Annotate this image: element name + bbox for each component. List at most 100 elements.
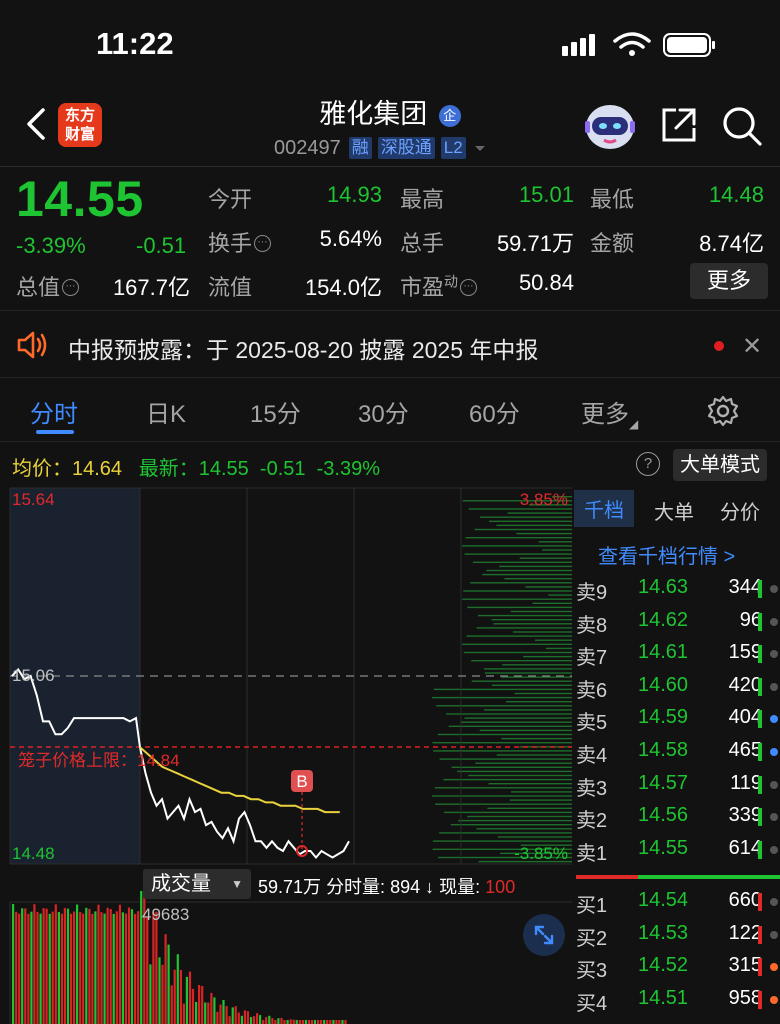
depth-bar [534,639,572,641]
pe-label[interactable]: 市盈动 ⋯ [400,270,478,302]
volume-bar [198,985,201,1024]
tab-daily-k[interactable]: 日K [146,394,186,429]
volume-bar [82,913,85,1024]
search-icon[interactable] [720,104,764,148]
ask-label: 卖8 [576,614,608,637]
amount-label: 金额 [590,231,635,256]
volume-tick-label: 分时量: 894 [326,877,421,897]
depth-bar [433,688,572,691]
notice-bar[interactable]: 中报预披露：于 2025-08-20 披露 2025 年中报 ✕ [0,310,780,378]
volume-now-label: 现量: [439,877,481,897]
big-order-mode-button[interactable]: 大单模式 [673,449,767,481]
depth-bar [502,664,572,666]
robot-assistant-icon[interactable] [582,97,638,151]
tab-more[interactable]: 更多◢ [581,394,638,431]
volume-bar [228,1016,231,1024]
volume-bar [301,1020,304,1024]
header-divider [0,166,780,167]
ask-price: 14.60 [638,673,689,696]
volume-bar [130,909,134,1024]
depth-bar [542,549,572,551]
volume-bar [48,913,51,1024]
pe-value: 50.84 [518,270,574,295]
volume-bar [39,913,42,1024]
latest-value: 14.55 [198,458,249,480]
ask-row[interactable]: 卖2 14.56 339 [576,800,780,832]
volume-bar [97,904,100,1024]
depth-bar [477,614,572,617]
tab-price-dist[interactable]: 分价 [720,496,760,525]
share-icon[interactable] [658,104,700,146]
volume-bar [69,913,73,1024]
tab-big-orders[interactable]: 大单 [654,496,694,525]
volume-now-value: 100 [485,877,516,897]
ask-row[interactable]: 卖7 14.61 159 [576,637,780,669]
down-arrow-icon: ↓ [425,877,435,897]
ask-row[interactable]: 卖9 14.63 344 [576,572,780,604]
ask-price: 14.55 [638,836,689,859]
volume-bar [237,1012,240,1024]
turnover-label[interactable]: 换手 ⋯ [208,226,272,258]
latest-percent: -3.39% [316,458,381,480]
corner-triangle-icon: ◢ [629,417,639,431]
stock-code-row[interactable]: 002497 融 深股通 L2 [274,136,488,160]
bid-row[interactable]: 买4 14.51 958 [576,983,780,1015]
turnover-value: 5.64% [319,226,382,251]
more-button[interactable]: 更多 [690,263,768,299]
ask-price: 14.56 [638,804,689,827]
intraday-chart[interactable]: B 15.64 15.06 14.48 3.85% -3.85% 笼子价格上限：… [0,486,572,1024]
volume-bar [127,907,131,1024]
ask-marker-dot [770,715,778,724]
volume-bar [313,1020,317,1024]
ask-row[interactable]: 卖3 14.57 119 [576,768,780,800]
depth-bar [471,680,572,682]
ask-price: 14.61 [638,641,689,664]
notice-text: 中报预披露：于 2025-08-20 披露 2025 年中报 [68,337,539,363]
depth-bar [439,832,572,834]
depth-bar [525,586,572,588]
gear-icon[interactable] [706,394,740,428]
depth-bar [462,598,572,600]
volume-bar [164,934,167,1024]
ask-volume-bar [758,580,762,598]
ask-row[interactable]: 卖4 14.58 465 [576,735,780,767]
indicator-select[interactable]: 成交量 ▼ [143,869,251,899]
volume-bar [280,1017,283,1024]
bid-row[interactable]: 买2 14.53 122 [576,918,780,950]
expand-icon[interactable] [523,914,565,956]
ask-row[interactable]: 卖5 14.59 404 [576,702,780,734]
volume-bar [323,1020,326,1024]
tab-depth[interactable]: 千档 [574,490,634,527]
tab-15min[interactable]: 15分 [250,394,301,429]
depth-bar [462,545,572,547]
depth-bar [439,758,572,760]
close-icon[interactable]: ✕ [742,332,762,361]
tag-margin: 融 [348,137,372,159]
volume-bar [54,904,57,1024]
ask-row[interactable]: 卖1 14.55 614 [576,833,780,865]
depth-bar [501,676,572,678]
change-value: -0.51 [136,233,187,258]
chart-tabs: 分时 日K 15分 30分 60分 更多◢ [0,380,780,442]
ask-marker-dot [770,585,778,593]
tab-30min[interactable]: 30分 [358,394,409,429]
volume-bar [201,986,204,1024]
bid-row[interactable]: 买3 14.52 315 [576,950,780,982]
bid-price: 14.52 [638,954,689,977]
bid-volume-bar [758,990,762,1009]
tab-60min[interactable]: 60分 [469,394,520,429]
tab-intraday[interactable]: 分时 [30,394,78,429]
depth-bar [509,799,572,801]
bid-row[interactable]: 买1 14.54 660 [576,885,780,917]
mktcap-label[interactable]: 总值 ⋯ [16,270,80,302]
ask-row[interactable]: 卖8 14.62 96 [576,605,780,637]
volume-bar [158,957,161,1024]
dropdown-caret-icon[interactable] [472,140,488,156]
view-depth-link[interactable]: 查看千档行情 > [598,540,735,569]
info-icon: ⋯ [62,279,80,296]
help-icon[interactable]: ? [636,452,660,476]
volume-bar [103,913,106,1024]
ask-row[interactable]: 卖6 14.60 420 [576,670,780,702]
ask-volume: 420 [728,673,762,696]
volume-bar [12,904,15,1024]
